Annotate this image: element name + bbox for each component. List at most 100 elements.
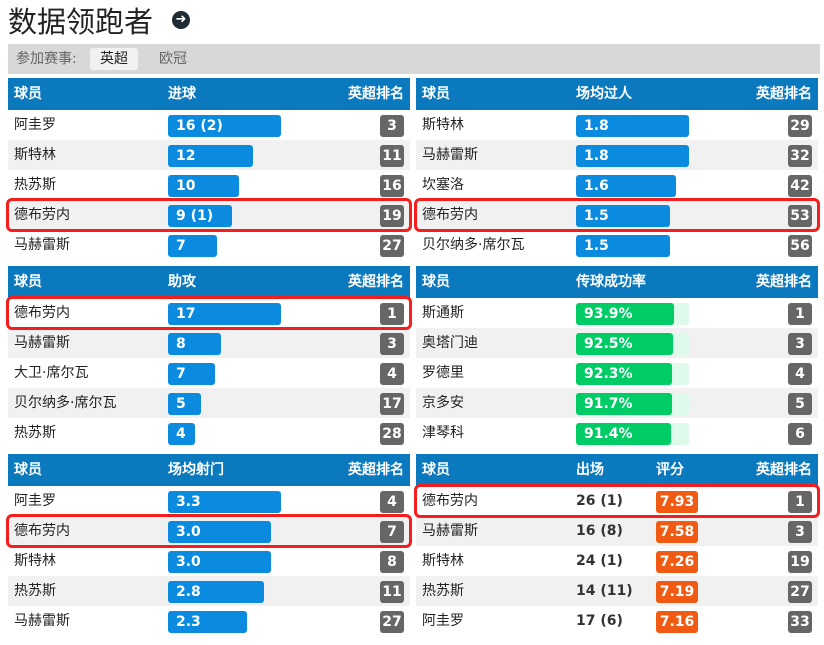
column-header[interactable]: 助攻 bbox=[168, 266, 196, 298]
tab-premier-league[interactable]: 英超 bbox=[90, 48, 138, 70]
table-row[interactable]: 京多安 91.7% 5 bbox=[416, 388, 818, 418]
table-row[interactable]: 津琴科 91.4% 6 bbox=[416, 418, 818, 448]
appearances: 24 (1) bbox=[576, 553, 623, 569]
table-row[interactable]: 阿圭罗 16 (2) 3 bbox=[8, 110, 410, 140]
player-name[interactable]: 阿圭罗 bbox=[14, 486, 56, 516]
tab-champions-league[interactable]: 欧冠 bbox=[149, 48, 197, 70]
league-rank-badge: 32 bbox=[788, 145, 812, 167]
player-name[interactable]: 坎塞洛 bbox=[422, 170, 464, 200]
player-name[interactable]: 斯特林 bbox=[422, 110, 464, 140]
column-header[interactable]: 球员 bbox=[14, 454, 42, 486]
player-name[interactable]: 德布劳内 bbox=[14, 298, 70, 328]
bar-value: 93.9% bbox=[584, 306, 633, 322]
column-header[interactable]: 进球 bbox=[168, 78, 196, 110]
table-row[interactable]: 德布劳内 3.0 7 bbox=[8, 516, 410, 546]
column-header[interactable]: 英超排名 bbox=[348, 266, 404, 298]
league-rank-badge: 3 bbox=[380, 333, 404, 355]
table-row[interactable]: 坎塞洛 1.6 42 bbox=[416, 170, 818, 200]
column-header[interactable]: 球员 bbox=[422, 454, 450, 486]
player-name[interactable]: 马赫雷斯 bbox=[422, 140, 478, 170]
table-row[interactable]: 热苏斯 10 16 bbox=[8, 170, 410, 200]
table-row[interactable]: 阿圭罗 3.3 4 bbox=[8, 486, 410, 516]
column-header[interactable]: 英超排名 bbox=[756, 78, 812, 110]
player-name[interactable]: 奥塔门迪 bbox=[422, 328, 478, 358]
table-row[interactable]: 阿圭罗 17 (6) 7.16 33 bbox=[416, 606, 818, 636]
table-row[interactable]: 斯特林 12 11 bbox=[8, 140, 410, 170]
arrow-right-circle-icon[interactable]: ➜ bbox=[172, 11, 190, 29]
column-header[interactable]: 球员 bbox=[422, 266, 450, 298]
column-header[interactable]: 场均射门 bbox=[168, 454, 224, 486]
league-rank-badge: 6 bbox=[788, 423, 812, 445]
player-name[interactable]: 罗德里 bbox=[422, 358, 464, 388]
player-name[interactable]: 斯特林 bbox=[14, 140, 56, 170]
table-row[interactable]: 大卫·席尔瓦 7 4 bbox=[8, 358, 410, 388]
player-name[interactable]: 斯特林 bbox=[14, 546, 56, 576]
player-name[interactable]: 大卫·席尔瓦 bbox=[14, 358, 88, 388]
table-row[interactable]: 贝尔纳多·席尔瓦 1.5 56 bbox=[416, 230, 818, 260]
table-row[interactable]: 马赫雷斯 16 (8) 7.58 3 bbox=[416, 516, 818, 546]
table-row[interactable]: 斯通斯 93.9% 1 bbox=[416, 298, 818, 328]
player-name[interactable]: 热苏斯 bbox=[14, 170, 56, 200]
player-name[interactable]: 马赫雷斯 bbox=[422, 516, 478, 546]
table-row[interactable]: 马赫雷斯 1.8 32 bbox=[416, 140, 818, 170]
player-name[interactable]: 热苏斯 bbox=[14, 418, 56, 448]
player-name[interactable]: 京多安 bbox=[422, 388, 464, 418]
table-row[interactable]: 奥塔门迪 92.5% 3 bbox=[416, 328, 818, 358]
table-row[interactable]: 马赫雷斯 7 27 bbox=[8, 230, 410, 260]
player-name[interactable]: 热苏斯 bbox=[14, 576, 56, 606]
column-header[interactable]: 英超排名 bbox=[756, 454, 812, 486]
table-row[interactable]: 热苏斯 4 28 bbox=[8, 418, 410, 448]
rating-badge: 7.26 bbox=[656, 551, 698, 573]
player-name[interactable]: 热苏斯 bbox=[422, 576, 464, 606]
rating-badge: 7.16 bbox=[656, 611, 698, 633]
table-row[interactable]: 热苏斯 2.8 11 bbox=[8, 576, 410, 606]
column-header[interactable]: 场均过人 bbox=[576, 78, 632, 110]
table-row[interactable]: 罗德里 92.3% 4 bbox=[416, 358, 818, 388]
table-row[interactable]: 德布劳内 17 1 bbox=[8, 298, 410, 328]
bar-value: 1.6 bbox=[584, 178, 609, 194]
table-row[interactable]: 贝尔纳多·席尔瓦 5 17 bbox=[8, 388, 410, 418]
table-row[interactable]: 热苏斯 14 (11) 7.19 27 bbox=[416, 576, 818, 606]
player-name[interactable]: 阿圭罗 bbox=[14, 110, 56, 140]
rating-badge: 7.93 bbox=[656, 491, 698, 513]
player-name[interactable]: 津琴科 bbox=[422, 418, 464, 448]
league-rank-badge: 42 bbox=[788, 175, 812, 197]
column-header[interactable]: 球员 bbox=[422, 78, 450, 110]
player-name[interactable]: 德布劳内 bbox=[422, 486, 478, 516]
table-row[interactable]: 斯特林 24 (1) 7.26 19 bbox=[416, 546, 818, 576]
rating-badge: 7.19 bbox=[656, 581, 698, 603]
player-name[interactable]: 马赫雷斯 bbox=[14, 328, 70, 358]
column-header[interactable]: 英超排名 bbox=[348, 78, 404, 110]
bar-value: 17 bbox=[176, 306, 196, 322]
player-name[interactable]: 德布劳内 bbox=[14, 200, 70, 230]
bar-value: 91.4% bbox=[584, 426, 633, 442]
league-rank-badge: 8 bbox=[380, 551, 404, 573]
player-name[interactable]: 斯通斯 bbox=[422, 298, 464, 328]
player-name[interactable]: 德布劳内 bbox=[14, 516, 70, 546]
table-row[interactable]: 马赫雷斯 8 3 bbox=[8, 328, 410, 358]
leader-panel-rating: 球员 出场 评分 英超排名 德布劳内 26 (1) 7.93 1 马赫雷斯 16 (8) 7.58 3… bbox=[416, 454, 818, 636]
table-row[interactable]: 德布劳内 26 (1) 7.93 1 bbox=[416, 486, 818, 516]
table-row[interactable]: 德布劳内 1.5 53 bbox=[416, 200, 818, 230]
league-rank-badge: 53 bbox=[788, 205, 812, 227]
player-name[interactable]: 贝尔纳多·席尔瓦 bbox=[422, 230, 524, 260]
bar-value: 7 bbox=[176, 366, 186, 382]
column-header[interactable]: 球员 bbox=[14, 78, 42, 110]
player-name[interactable]: 马赫雷斯 bbox=[14, 606, 70, 636]
player-name[interactable]: 贝尔纳多·席尔瓦 bbox=[14, 388, 116, 418]
column-header[interactable]: 传球成功率 bbox=[576, 266, 646, 298]
column-header[interactable]: 出场 bbox=[576, 454, 604, 486]
column-header[interactable]: 评分 bbox=[656, 454, 684, 486]
table-row[interactable]: 马赫雷斯 2.3 27 bbox=[8, 606, 410, 636]
player-name[interactable]: 马赫雷斯 bbox=[14, 230, 70, 260]
player-name[interactable]: 德布劳内 bbox=[422, 200, 478, 230]
column-header[interactable]: 球员 bbox=[14, 266, 42, 298]
table-row[interactable]: 斯特林 3.0 8 bbox=[8, 546, 410, 576]
player-name[interactable]: 阿圭罗 bbox=[422, 606, 464, 636]
table-row[interactable]: 斯特林 1.8 29 bbox=[416, 110, 818, 140]
column-header[interactable]: 英超排名 bbox=[348, 454, 404, 486]
player-name[interactable]: 斯特林 bbox=[422, 546, 464, 576]
table-row[interactable]: 德布劳内 9 (1) 19 bbox=[8, 200, 410, 230]
bar-value: 2.3 bbox=[176, 614, 201, 630]
column-header[interactable]: 英超排名 bbox=[756, 266, 812, 298]
